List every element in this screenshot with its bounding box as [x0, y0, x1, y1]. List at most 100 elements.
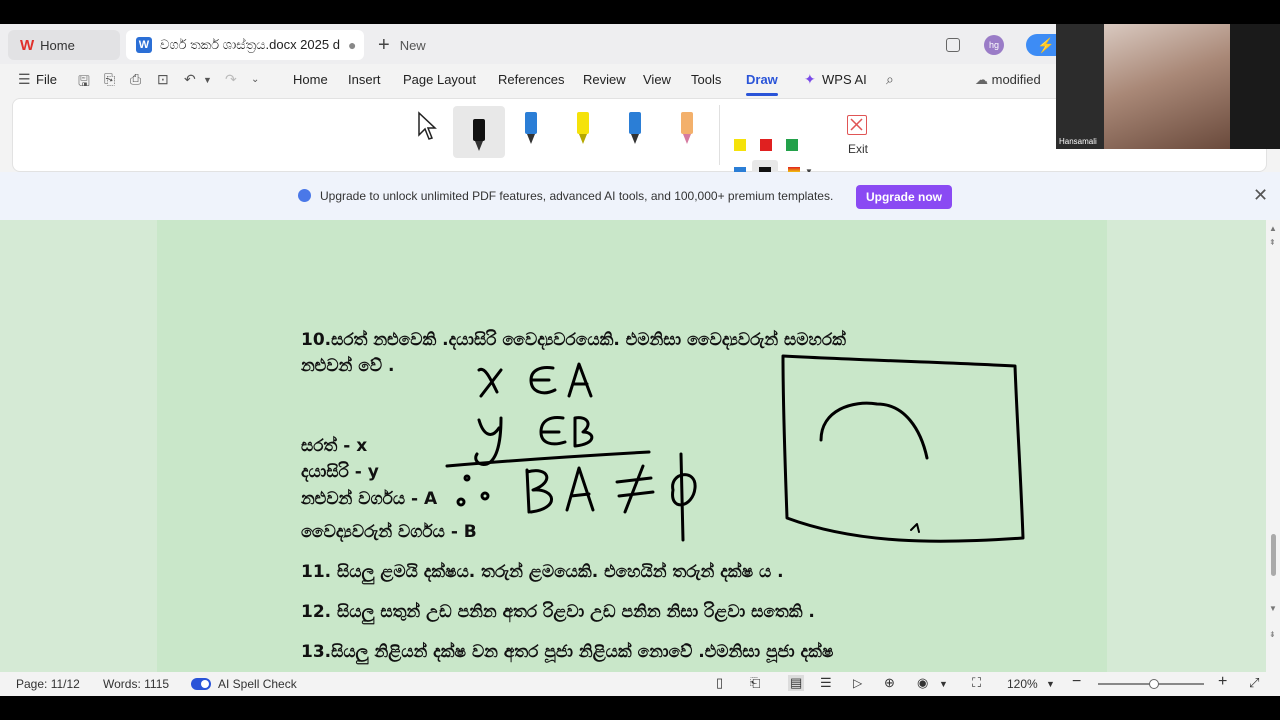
select-cursor-icon[interactable]	[417, 111, 437, 143]
highlighter-orange-icon[interactable]	[681, 112, 693, 146]
ink-stroke	[480, 491, 490, 501]
ink-stroke	[463, 474, 471, 482]
modified-status[interactable]: ☁ modified	[975, 72, 1041, 88]
status-bar: Page: 11/12 Words: 1115 AI Spell Check ▯…	[0, 672, 1280, 696]
fit-page-icon[interactable]: ⛶	[972, 675, 981, 691]
search-icon[interactable]: ⌕	[886, 71, 894, 88]
save-icon[interactable]: 🖫	[78, 71, 90, 95]
zoom-slider-knob[interactable]	[1149, 679, 1159, 689]
tab-document[interactable]: W වර්ග තර්ක ශාස්ත්‍රය.docx 2025 doc ●	[126, 30, 364, 60]
swatch-green[interactable]	[786, 139, 798, 151]
zoom-dropdown-icon[interactable]: ▼	[1046, 679, 1055, 689]
ink-stroke	[910, 523, 920, 533]
export-pdf-icon[interactable]: ⎘	[104, 71, 115, 88]
undo-dropdown-icon[interactable]: ▼	[203, 75, 212, 85]
pen-black-icon	[473, 119, 485, 153]
word-doc-icon: W	[136, 37, 152, 53]
participant-video	[1104, 24, 1230, 149]
export-icon[interactable]: ⎗	[750, 675, 760, 691]
swatch-yellow[interactable]	[734, 139, 746, 151]
window-switch-icon[interactable]	[946, 38, 960, 52]
scroll-page-down-icon[interactable]: ⇟	[1269, 630, 1276, 639]
titlebar-right-controls: hg ⚡	[946, 34, 1066, 56]
highlighter-yellow-icon[interactable]	[577, 112, 589, 146]
zoom-out-icon[interactable]: −	[1072, 673, 1081, 691]
menu-home[interactable]: Home	[293, 72, 328, 87]
scroll-thumb[interactable]	[1271, 534, 1276, 576]
wps-ai-sparkle-icon: ✦	[804, 71, 816, 87]
exit-label[interactable]: Exit	[848, 142, 868, 156]
page-indicator[interactable]: Page: 11/12	[16, 677, 80, 691]
menu-draw[interactable]: Draw	[746, 72, 778, 87]
menu-tools[interactable]: Tools	[691, 72, 721, 87]
wps-logo-icon: W	[20, 36, 35, 54]
ink-stroke	[456, 497, 466, 507]
swatch-red[interactable]	[760, 139, 772, 151]
ink-stroke	[477, 367, 503, 398]
fullscreen-icon[interactable]: ⤢	[1249, 675, 1259, 691]
ink-stroke	[539, 416, 567, 446]
spell-check-toggle[interactable]	[191, 678, 211, 690]
ink-annotations[interactable]	[157, 220, 1107, 672]
menu-wps-ai[interactable]: WPS AI	[822, 72, 867, 87]
ink-stroke	[565, 466, 595, 512]
eye-dropdown-icon[interactable]: ▼	[939, 679, 948, 689]
tab-document-label: වර්ග තර්ක ශාස්ත්‍රය.docx 2025 doc	[160, 37, 340, 52]
document-canvas[interactable]: 10.සරත් නළුවෙකි .දයාසිරි වෛද්‍යවරයෙකි. එ…	[0, 220, 1266, 672]
play-icon[interactable]: ▷	[853, 676, 862, 690]
vertical-scrollbar[interactable]: ▲ ⇞ ▼ ⇟	[1266, 220, 1280, 672]
video-call-thumbnail[interactable]: Hansamali	[1056, 24, 1230, 149]
ribbon-divider	[719, 105, 720, 165]
document-page[interactable]: 10.සරත් නළුවෙකි .දයාසිරි වෛද්‍යවරයෙකි. එ…	[157, 220, 1107, 672]
hamburger-icon[interactable]: ☰	[18, 71, 31, 88]
web-view-icon[interactable]: ⊕	[884, 675, 895, 691]
tab-home-label: Home	[40, 37, 75, 53]
print-preview-icon[interactable]: ⊡	[157, 71, 169, 88]
menu-review[interactable]: Review	[583, 72, 626, 87]
plus-icon: +	[378, 33, 390, 56]
zoom-in-icon[interactable]: +	[1218, 673, 1227, 691]
active-tab-indicator	[746, 93, 778, 96]
modified-label: modified	[991, 72, 1041, 87]
undo-icon[interactable]: ↶	[184, 71, 196, 88]
tab-new-label: New	[399, 37, 426, 53]
menu-page-layout[interactable]: Page Layout	[403, 72, 476, 87]
pen-blue-icon[interactable]	[525, 112, 537, 146]
ink-stroke	[567, 362, 593, 398]
banner-text: Upgrade to unlock unlimited PDF features…	[320, 189, 834, 203]
pen-black-selected[interactable]	[453, 106, 505, 158]
word-count[interactable]: Words: 1115	[103, 677, 169, 691]
premium-gem-icon	[298, 189, 311, 202]
read-mode-icon[interactable]: ▯	[716, 675, 723, 691]
more-chevron-down-icon[interactable]: ⌄	[251, 74, 259, 85]
tab-home[interactable]: W Home	[8, 30, 120, 60]
outline-view-icon[interactable]: ☰	[820, 675, 832, 691]
menu-references[interactable]: References	[498, 72, 564, 87]
tab-new[interactable]: + New	[372, 30, 452, 60]
eye-protect-icon[interactable]: ◉	[917, 675, 928, 691]
ink-stroke	[819, 401, 929, 460]
avatar[interactable]: hg	[984, 35, 1004, 55]
ink-stroke	[525, 468, 553, 514]
scroll-down-icon[interactable]: ▼	[1269, 604, 1277, 613]
page-view-icon[interactable]: ▤	[788, 675, 805, 691]
upgrade-banner: Upgrade to unlock unlimited PDF features…	[0, 172, 1280, 220]
menu-view[interactable]: View	[643, 72, 671, 87]
ink-stroke	[671, 452, 697, 542]
scroll-up-icon[interactable]: ▲	[1269, 224, 1277, 233]
exit-icon[interactable]	[847, 115, 867, 135]
banner-close-icon[interactable]: ✕	[1253, 185, 1268, 206]
upgrade-now-button[interactable]: Upgrade now	[856, 185, 952, 209]
cloud-icon: ☁	[975, 72, 988, 87]
menu-file[interactable]: File	[36, 72, 57, 87]
pen-blue-2-icon[interactable]	[629, 112, 641, 146]
redo-icon[interactable]: ↷	[225, 71, 237, 88]
spell-check-label: AI Spell Check	[218, 677, 297, 691]
zoom-level[interactable]: 120%	[1007, 677, 1038, 691]
unsaved-dot-icon[interactable]: ●	[348, 37, 356, 53]
scroll-page-up-icon[interactable]: ⇞	[1269, 238, 1276, 247]
menu-insert[interactable]: Insert	[348, 72, 381, 87]
print-icon[interactable]: ⎙	[130, 71, 141, 88]
ink-stroke	[573, 416, 594, 448]
ink-stroke	[529, 366, 557, 395]
